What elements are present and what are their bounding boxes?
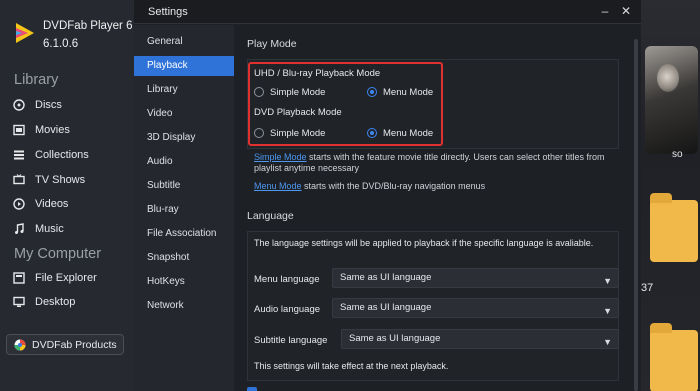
music-icon	[15, 223, 24, 234]
dvdfab-logo-icon	[16, 23, 34, 43]
sidebar-item-desktop[interactable]: Desktop	[13, 292, 75, 312]
sidebar-item-label: Discs	[35, 99, 62, 111]
settings-nav-video[interactable]: Video	[134, 104, 234, 124]
menu-language-select[interactable]: Same as UI language ▼	[332, 268, 619, 288]
settings-nav-file-association[interactable]: File Association	[134, 224, 234, 244]
sidebar-item-discs[interactable]: Discs	[13, 95, 62, 115]
settings-nav-network[interactable]: Network	[134, 296, 234, 316]
minimize-button[interactable]: –	[598, 4, 612, 18]
menu-language-label: Menu language	[254, 274, 320, 285]
folder-icon[interactable]	[650, 323, 698, 391]
sidebar-item-label: Desktop	[35, 296, 76, 308]
sidebar-item-music[interactable]: Music	[13, 219, 64, 239]
dvd-simple-mode-label[interactable]: Simple Mode	[270, 128, 325, 139]
poster-label: so	[672, 149, 683, 160]
library-heading: Library	[14, 72, 59, 88]
chevron-down-icon: ▼	[603, 337, 612, 347]
language-heading: Language	[247, 210, 294, 222]
movie-poster[interactable]: so	[645, 46, 698, 160]
sidebar-item-label: Music	[35, 223, 64, 235]
dialog-titlebar: Settings – ✕	[134, 0, 641, 24]
settings-nav-library[interactable]: Library	[134, 80, 234, 100]
sidebar-item-videos[interactable]: Videos	[13, 194, 68, 214]
menu-mode-link[interactable]: Menu Mode	[254, 181, 302, 191]
play-mode-heading: Play Mode	[247, 38, 297, 50]
sidebar-item-file-explorer[interactable]: File Explorer	[13, 268, 97, 288]
menu-mode-description: Menu Mode starts with the DVD/Blu-ray na…	[254, 181, 624, 192]
audio-language-value: Same as UI language	[340, 302, 432, 313]
language-note: The language settings will be applied to…	[254, 238, 594, 248]
settings-nav-snapshot[interactable]: Snapshot	[134, 248, 234, 268]
settings-nav-subtitle[interactable]: Subtitle	[134, 176, 234, 196]
app-sidebar: DVDFab Player 6 6.1.0.6 Library Discs Mo…	[0, 0, 134, 391]
brand: DVDFab Player 6 6.1.0.6	[14, 17, 132, 53]
uhd-menu-mode-radio[interactable]	[367, 87, 377, 97]
my-computer-heading: My Computer	[14, 246, 102, 262]
app-name: DVDFab Player 6	[43, 20, 133, 32]
settings-nav-hotkeys[interactable]: HotKeys	[134, 272, 234, 292]
poster-face	[657, 64, 679, 92]
settings-nav-blu-ray[interactable]: Blu-ray	[134, 200, 234, 220]
subtitle-language-label: Subtitle language	[254, 335, 328, 346]
sidebar-item-label: Movies	[35, 124, 70, 136]
close-button[interactable]: ✕	[619, 4, 633, 18]
simple-mode-desc-text: starts with the feature movie title dire…	[254, 152, 605, 173]
file-explorer-icon	[13, 272, 25, 284]
sidebar-item-label: File Explorer	[35, 272, 97, 284]
chevron-down-icon: ▼	[603, 306, 612, 316]
disc-icon	[13, 99, 25, 111]
subtitle-language-select[interactable]: Same as UI language ▼	[341, 329, 619, 349]
sidebar-item-label: TV Shows	[35, 174, 86, 186]
dvd-simple-mode-radio[interactable]	[254, 128, 264, 138]
video-icon	[13, 198, 25, 210]
products-icon	[14, 339, 26, 350]
simple-mode-link[interactable]: Simple Mode	[254, 152, 307, 162]
desktop-icon	[13, 296, 25, 307]
settings-nav-audio[interactable]: Audio	[134, 152, 234, 172]
sidebar-item-label: Videos	[35, 198, 69, 210]
sidebar-item-tv-shows[interactable]: TV Shows	[13, 170, 85, 190]
chevron-down-icon: ▼	[603, 276, 612, 286]
audio-language-select[interactable]: Same as UI language ▼	[332, 298, 619, 318]
subtitle-language-value: Same as UI language	[349, 333, 441, 344]
audio-language-label: Audio language	[254, 304, 321, 315]
menu-language-value: Same as UI language	[340, 272, 432, 283]
folder-icon[interactable]	[650, 193, 698, 262]
movie-icon	[13, 124, 25, 136]
sidebar-item-collections[interactable]: Collections	[13, 145, 89, 165]
settings-content: Play Mode UHD / Blu-ray Playback Mode Si…	[234, 25, 641, 391]
partially-visible-checkbox[interactable]	[247, 387, 257, 391]
dvd-menu-mode-label[interactable]: Menu Mode	[383, 128, 433, 139]
sidebar-item-label: Collections	[35, 149, 89, 161]
app-version: 6.1.0.6	[43, 38, 79, 50]
settings-nav-general[interactable]: General	[134, 32, 234, 52]
dialog-title: Settings	[148, 6, 188, 18]
sidebar-item-movies[interactable]: Movies	[13, 120, 70, 140]
uhd-simple-mode-label[interactable]: Simple Mode	[270, 87, 325, 98]
menu-mode-desc-text: starts with the DVD/Blu-ray navigation m…	[301, 181, 486, 191]
settings-dialog: Settings – ✕ General Playback Library Vi…	[134, 0, 641, 391]
dvd-mode-title: DVD Playback Mode	[254, 107, 342, 118]
uhd-simple-mode-radio[interactable]	[254, 87, 264, 97]
settings-nav-3d-display[interactable]: 3D Display	[134, 128, 234, 148]
tv-icon	[13, 174, 25, 185]
settings-nav: General Playback Library Video 3D Displa…	[134, 25, 234, 391]
collections-icon	[14, 150, 24, 160]
simple-mode-description: Simple Mode starts with the feature movi…	[254, 152, 624, 174]
background-library-peek: so 37	[641, 0, 700, 391]
content-scrollbar[interactable]	[634, 39, 638, 391]
dvd-menu-mode-radio[interactable]	[367, 128, 377, 138]
settings-nav-playback[interactable]: Playback	[134, 56, 234, 76]
uhd-mode-title: UHD / Blu-ray Playback Mode	[254, 68, 381, 79]
folder-count-label: 37	[641, 282, 654, 294]
uhd-menu-mode-label[interactable]: Menu Mode	[383, 87, 433, 98]
dvdfab-products-button[interactable]: DVDFab Products	[6, 334, 124, 355]
language-footer-note: This settings will take effect at the ne…	[254, 361, 449, 371]
products-label: DVDFab Products	[32, 338, 117, 351]
